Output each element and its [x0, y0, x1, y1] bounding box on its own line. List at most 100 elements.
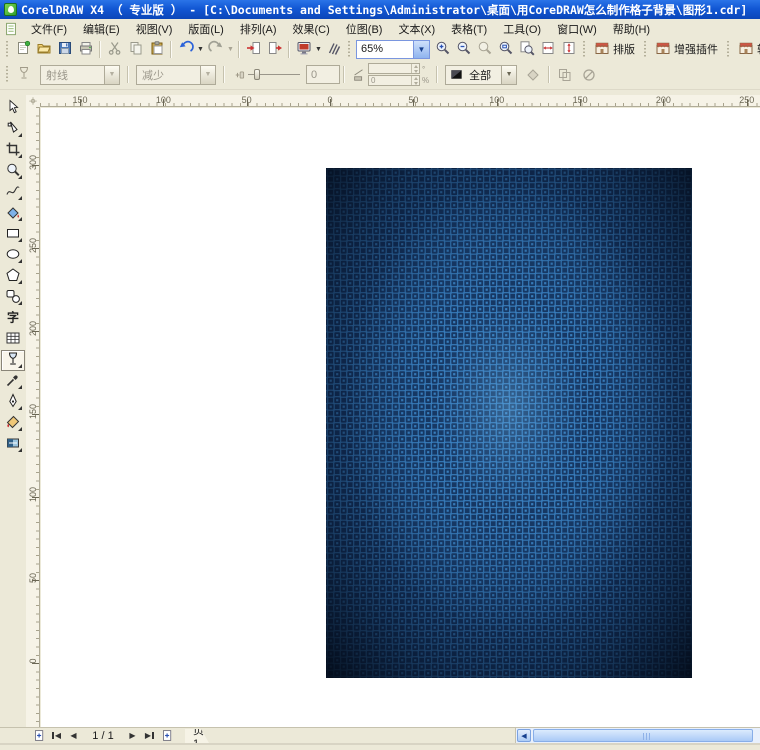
menu-9[interactable]: 表格(T): [443, 22, 495, 38]
menu-7[interactable]: 位图(B): [338, 22, 391, 38]
save-button[interactable]: [54, 39, 75, 59]
undo-button[interactable]: [175, 39, 196, 59]
eyedropper-tool[interactable]: [1, 371, 25, 392]
menu-12[interactable]: 帮助(H): [605, 22, 658, 38]
first-page-button[interactable]: ◀: [48, 729, 65, 743]
ruler-label: 50: [28, 571, 38, 585]
menu-4[interactable]: 版面(L): [180, 22, 231, 38]
new-document-button[interactable]: [12, 39, 33, 59]
scroll-left-button[interactable]: ◀: [517, 729, 531, 742]
zoom-selected-button[interactable]: [495, 39, 516, 59]
cut-button[interactable]: [104, 39, 125, 59]
menu-6[interactable]: 效果(C): [285, 22, 338, 38]
add-page-button-2[interactable]: [158, 729, 176, 743]
transparency-edge-field[interactable]: 0: [368, 75, 420, 86]
menu-1[interactable]: 文件(F): [23, 22, 75, 38]
welcome-screen-button[interactable]: [323, 39, 344, 59]
spinner[interactable]: [411, 76, 419, 85]
transparency-angle-field[interactable]: [368, 63, 420, 74]
slider-thumb[interactable]: [254, 69, 260, 80]
interactive-fill-tool-icon: [5, 435, 21, 454]
typesetting-plugin-button[interactable]: 排版: [589, 39, 640, 59]
status-bar: ◀ ◀ 1 / 1 ▶ ▶ 页 1 ◀: [0, 727, 760, 743]
copy-transparency-button[interactable]: [553, 64, 577, 86]
zoom-page-height-button[interactable]: [558, 39, 579, 59]
transparency-operation-select[interactable]: 减少 ▼: [136, 65, 216, 85]
interactive-fill-tool[interactable]: [1, 434, 25, 455]
crop-tool[interactable]: [1, 140, 25, 161]
print-button[interactable]: [75, 39, 96, 59]
pick-tool[interactable]: [1, 98, 25, 119]
toolbar-grip[interactable]: [5, 41, 9, 58]
menu-8[interactable]: 文本(X): [390, 22, 443, 38]
spinner[interactable]: [411, 64, 419, 73]
add-page-button[interactable]: [30, 729, 48, 743]
basic-shapes-tool[interactable]: [1, 287, 25, 308]
previous-page-button[interactable]: ◀: [65, 729, 82, 743]
paste-button[interactable]: [146, 39, 167, 59]
toolbar-grip[interactable]: [643, 41, 647, 58]
transparency-midpoint-slider[interactable]: [234, 68, 300, 82]
transparency-tool[interactable]: [1, 350, 25, 371]
menu-11[interactable]: 窗口(W): [549, 22, 605, 38]
menu-2[interactable]: 编辑(E): [75, 22, 128, 38]
document-icon: [3, 21, 19, 37]
horizontal-ruler[interactable]: 15010050050100150200250: [40, 95, 760, 107]
next-page-button[interactable]: ▶: [124, 729, 141, 743]
property-bar-grip[interactable]: [5, 66, 9, 83]
menu-10[interactable]: 工具(O): [495, 22, 549, 38]
toolbar-grip[interactable]: [582, 41, 586, 58]
import-button[interactable]: [243, 39, 264, 59]
rectangle-tool[interactable]: [1, 224, 25, 245]
dropdown-caret-icon[interactable]: ▼: [226, 46, 235, 53]
menu-bar: 文件(F)编辑(E)视图(V)版面(L)排列(A)效果(C)位图(B)文本(X)…: [0, 19, 760, 38]
zoom-actual-button[interactable]: [474, 39, 495, 59]
freehand-tool[interactable]: [1, 182, 25, 203]
zoom-tool[interactable]: [1, 161, 25, 182]
scrollbar-thumb[interactable]: [533, 729, 753, 742]
dropdown-caret-icon[interactable]: ▼: [196, 46, 205, 53]
dropdown-caret-icon[interactable]: ▼: [314, 46, 323, 53]
freeze-transparency-button[interactable]: [521, 64, 545, 86]
paste-icon: [149, 40, 165, 59]
horizontal-scrollbar[interactable]: ◀: [515, 728, 760, 743]
toolbar-grip[interactable]: [726, 41, 730, 58]
ellipse-tool[interactable]: [1, 245, 25, 266]
transparency-midpoint-field[interactable]: 0: [306, 65, 340, 84]
smart-fill-tool[interactable]: [1, 203, 25, 224]
zoom-level-combo[interactable]: 65%▼: [356, 40, 430, 59]
zoom-all-button[interactable]: [516, 39, 537, 59]
export-button[interactable]: [264, 39, 285, 59]
menu-3[interactable]: 视图(V): [128, 22, 181, 38]
edit-transparency-button[interactable]: [12, 64, 36, 86]
zoom-in-button[interactable]: [432, 39, 453, 59]
table-tool[interactable]: [1, 329, 25, 350]
vertical-ruler[interactable]: 300250200150100500: [26, 107, 40, 727]
last-page-button[interactable]: ▶: [141, 729, 158, 743]
application-launcher-button[interactable]: [293, 39, 314, 59]
fill-tool-icon: [5, 414, 21, 433]
zoom-page-width-button[interactable]: [537, 39, 558, 59]
shape-tool[interactable]: [1, 119, 25, 140]
ruler-label: 0: [28, 654, 38, 668]
toolbar-grip[interactable]: [347, 41, 351, 58]
clear-transparency-button[interactable]: [577, 64, 601, 86]
text-tool[interactable]: 字: [1, 308, 25, 329]
page-indicator: 1 / 1: [82, 730, 124, 742]
canvas[interactable]: [41, 108, 760, 727]
transparency-target-select[interactable]: 全部 ▼: [445, 65, 517, 85]
polygon-tool[interactable]: [1, 266, 25, 287]
separator: [288, 41, 290, 58]
redo-button[interactable]: [205, 39, 226, 59]
ruler-origin[interactable]: [26, 95, 40, 107]
copy-button[interactable]: [125, 39, 146, 59]
convert-plugin-button[interactable]: 转换: [733, 39, 760, 59]
zoom-out-button[interactable]: [453, 39, 474, 59]
fill-tool[interactable]: [1, 413, 25, 434]
outline-pen-tool[interactable]: [1, 392, 25, 413]
transparency-type-select[interactable]: 射线 ▼: [40, 65, 120, 85]
menu-5[interactable]: 排列(A): [232, 22, 285, 38]
open-button[interactable]: [33, 39, 54, 59]
pattern-image[interactable]: [326, 168, 692, 678]
enhance-plugin-button[interactable]: 增强插件: [650, 39, 723, 59]
